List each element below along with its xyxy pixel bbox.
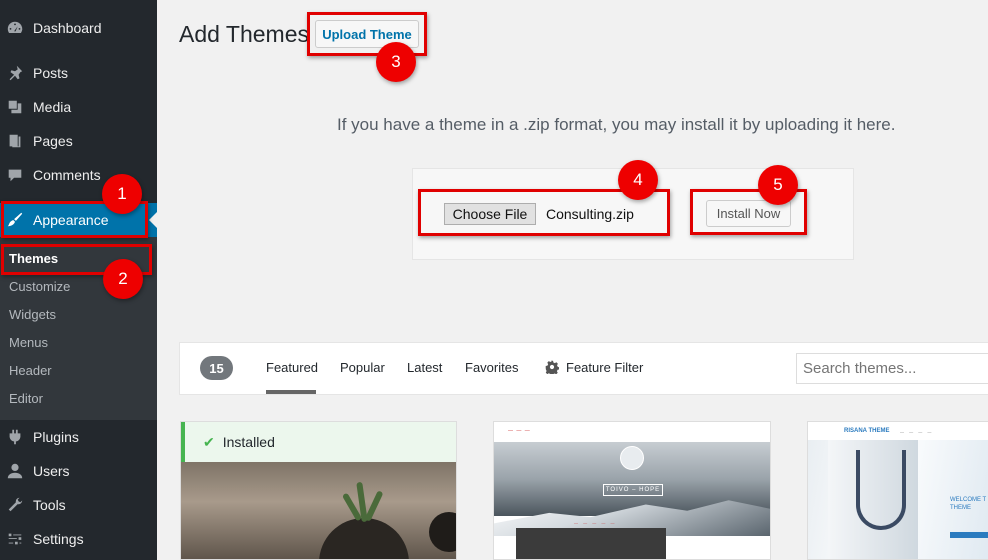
step-badge-2: 2 [103, 259, 143, 299]
pages-icon [5, 131, 25, 151]
submenu-widgets[interactable]: Widgets [0, 300, 157, 328]
plugin-icon [5, 427, 25, 447]
menu-media[interactable]: Media [0, 90, 157, 124]
settings-icon [5, 529, 25, 549]
menu-label: Comments [33, 167, 101, 183]
theme-card[interactable]: ✔ Installed [180, 421, 457, 560]
preview-brand: RISANA THEME [844, 428, 890, 434]
theme-screenshot: WELCOME T THEME [808, 440, 988, 559]
preview-thumbnail [516, 528, 666, 559]
paintbrush-icon [5, 210, 25, 230]
preview-heading: WELCOME T THEME [950, 497, 987, 511]
upload-help-text: If you have a theme in a .zip format, yo… [337, 115, 896, 134]
plant-leaf [364, 490, 384, 522]
checkmark-icon: ✔ [203, 433, 215, 450]
current-menu-arrow [149, 212, 157, 228]
step-badge-1: 1 [102, 174, 142, 214]
installed-notice: ✔ Installed [181, 422, 456, 462]
menu-label: Appearance [33, 212, 109, 228]
menu-users[interactable]: Users [0, 454, 157, 488]
wrench-icon [5, 495, 25, 515]
preview-button [950, 532, 988, 538]
preview-title: TOIVO – HOPE [603, 484, 663, 496]
preview-menu: — — — — — [574, 520, 617, 525]
plant-image [319, 518, 409, 559]
plant-image [429, 512, 456, 552]
menu-label: Dashboard [33, 20, 102, 36]
menu-pages[interactable]: Pages [0, 124, 157, 158]
theme-screenshot: TOIVO – HOPE [494, 442, 770, 536]
dashboard-icon [5, 18, 25, 38]
menu-label: Users [33, 463, 70, 479]
menu-label: Posts [33, 65, 69, 81]
tab-latest[interactable]: Latest [407, 360, 442, 375]
theme-count-badge: 15 [200, 356, 233, 380]
gear-icon[interactable] [545, 360, 560, 376]
menu-label: Pages [33, 133, 73, 149]
menu-label: Tools [33, 497, 66, 513]
step-badge-3: 3 [376, 42, 416, 82]
menu-label: Plugins [33, 429, 79, 445]
menu-label: Settings [33, 531, 84, 547]
user-icon [5, 461, 25, 481]
pushpin-icon [5, 63, 25, 83]
comment-icon [5, 165, 25, 185]
stethoscope-image [856, 450, 906, 530]
step-badge-4: 4 [618, 160, 658, 200]
submenu-header[interactable]: Header [0, 356, 157, 384]
menu-plugins[interactable]: Plugins [0, 420, 157, 454]
active-tab-indicator [266, 390, 316, 394]
theme-card[interactable]: — — — TOIVO – HOPE — — — — — [493, 421, 771, 560]
menu-settings[interactable]: Settings [0, 522, 157, 556]
tab-favorites[interactable]: Favorites [465, 360, 518, 375]
theme-screenshot [181, 462, 456, 559]
selected-file-name: Consulting.zip [546, 206, 634, 222]
menu-posts[interactable]: Posts [0, 56, 157, 90]
theme-card[interactable]: RISANA THEME — — — — WELCOME T THEME [807, 421, 988, 560]
submenu-menus[interactable]: Menus [0, 328, 157, 356]
feature-filter-link[interactable]: Feature Filter [566, 360, 643, 375]
tab-popular[interactable]: Popular [340, 360, 385, 375]
media-icon [5, 97, 25, 117]
preview-nav: — — — [494, 422, 770, 442]
preview-logo [620, 446, 644, 470]
menu-tools[interactable]: Tools [0, 488, 157, 522]
menu-label: Media [33, 99, 72, 115]
preview-nav: — — — — [900, 429, 934, 434]
submenu-editor[interactable]: Editor [0, 384, 157, 412]
step-badge-5: 5 [758, 165, 798, 205]
installed-label: Installed [222, 434, 275, 450]
tab-featured[interactable]: Featured [266, 360, 318, 375]
choose-file-button[interactable]: Choose File [444, 203, 536, 225]
menu-dashboard[interactable]: Dashboard [0, 11, 157, 45]
search-themes-input[interactable] [796, 353, 988, 384]
page-title: Add Themes [179, 21, 309, 47]
